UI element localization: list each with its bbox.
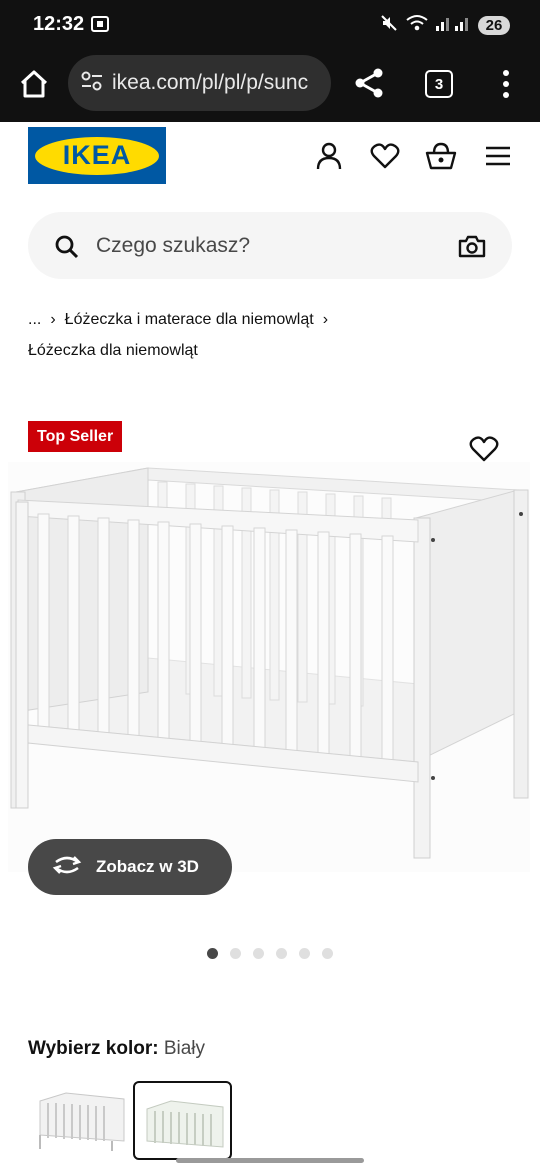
mute-icon	[380, 14, 398, 37]
search-bar[interactable]: Czego szukasz?	[28, 212, 512, 279]
home-icon[interactable]	[18, 68, 50, 100]
logo-text: IKEA	[62, 140, 132, 170]
gallery-dot[interactable]	[276, 948, 287, 959]
breadcrumb: ... › Łóżeczka i materace dla niemowląt › Łó…	[28, 304, 508, 366]
share-icon[interactable]	[352, 66, 386, 100]
gallery-dot[interactable]	[207, 948, 218, 959]
view-in-3d-label: Zobacz w 3D	[96, 857, 199, 876]
url-text[interactable]: ikea.com/pl/pl/p/sunc	[112, 71, 308, 95]
rotate-3d-icon	[52, 854, 82, 881]
hamburger-menu-icon[interactable]	[484, 141, 514, 171]
battery-indicator: 26	[478, 16, 510, 35]
product-image[interactable]	[8, 462, 530, 872]
status-indicators: 26	[380, 14, 510, 37]
kebab-menu-icon[interactable]	[494, 68, 518, 100]
signal-icon	[436, 15, 470, 36]
selected-color: Biały	[163, 1038, 206, 1059]
tabs-icon[interactable]: 3	[425, 70, 453, 98]
site-settings-icon[interactable]	[80, 70, 104, 97]
browser-toolbar: ikea.com/pl/pl/p/sunc 3	[0, 50, 540, 122]
gallery-dot[interactable]	[230, 948, 241, 959]
gesture-home-indicator[interactable]	[176, 1158, 364, 1163]
breadcrumb-item-cribs[interactable]: Łóżeczka dla niemowląt	[28, 342, 198, 359]
gallery-dot[interactable]	[322, 948, 333, 959]
screenshot-icon	[90, 15, 110, 38]
status-bar: 12:32 26	[0, 0, 540, 50]
status-time: 12:32	[33, 13, 85, 35]
top-seller-badge: Top Seller	[28, 421, 123, 452]
breadcrumb-item-cribs-mattresses[interactable]: Łóżeczka i materace dla niemowląt	[65, 311, 314, 328]
basket-icon[interactable]	[425, 141, 457, 171]
breadcrumb-ellipsis[interactable]: ...	[28, 311, 41, 328]
color-label: Wybierz kolor:	[28, 1038, 159, 1059]
logo-oval: IKEA	[35, 136, 159, 175]
search-icon[interactable]	[54, 234, 80, 265]
color-selector-heading: Wybierz kolor: Biały	[28, 1038, 205, 1060]
address-bar[interactable]: ikea.com/pl/pl/p/sunc	[68, 55, 331, 111]
user-icon[interactable]	[314, 141, 344, 171]
breadcrumb-separator: ›	[322, 311, 329, 328]
favorite-heart-icon[interactable]	[469, 434, 499, 464]
color-swatch-white-selected[interactable]	[133, 1081, 232, 1160]
color-swatch-white[interactable]	[36, 1083, 128, 1153]
wifi-icon	[406, 14, 428, 37]
gallery-dot[interactable]	[299, 948, 310, 959]
ikea-logo[interactable]: IKEA	[28, 127, 166, 184]
view-in-3d-button[interactable]: Zobacz w 3D	[28, 839, 232, 895]
gallery-dot[interactable]	[253, 948, 264, 959]
heart-icon[interactable]	[370, 141, 400, 171]
camera-search-icon[interactable]	[458, 234, 486, 263]
gallery-pagination	[207, 948, 333, 959]
breadcrumb-separator: ›	[50, 311, 56, 328]
search-input[interactable]: Czego szukasz?	[96, 234, 250, 258]
